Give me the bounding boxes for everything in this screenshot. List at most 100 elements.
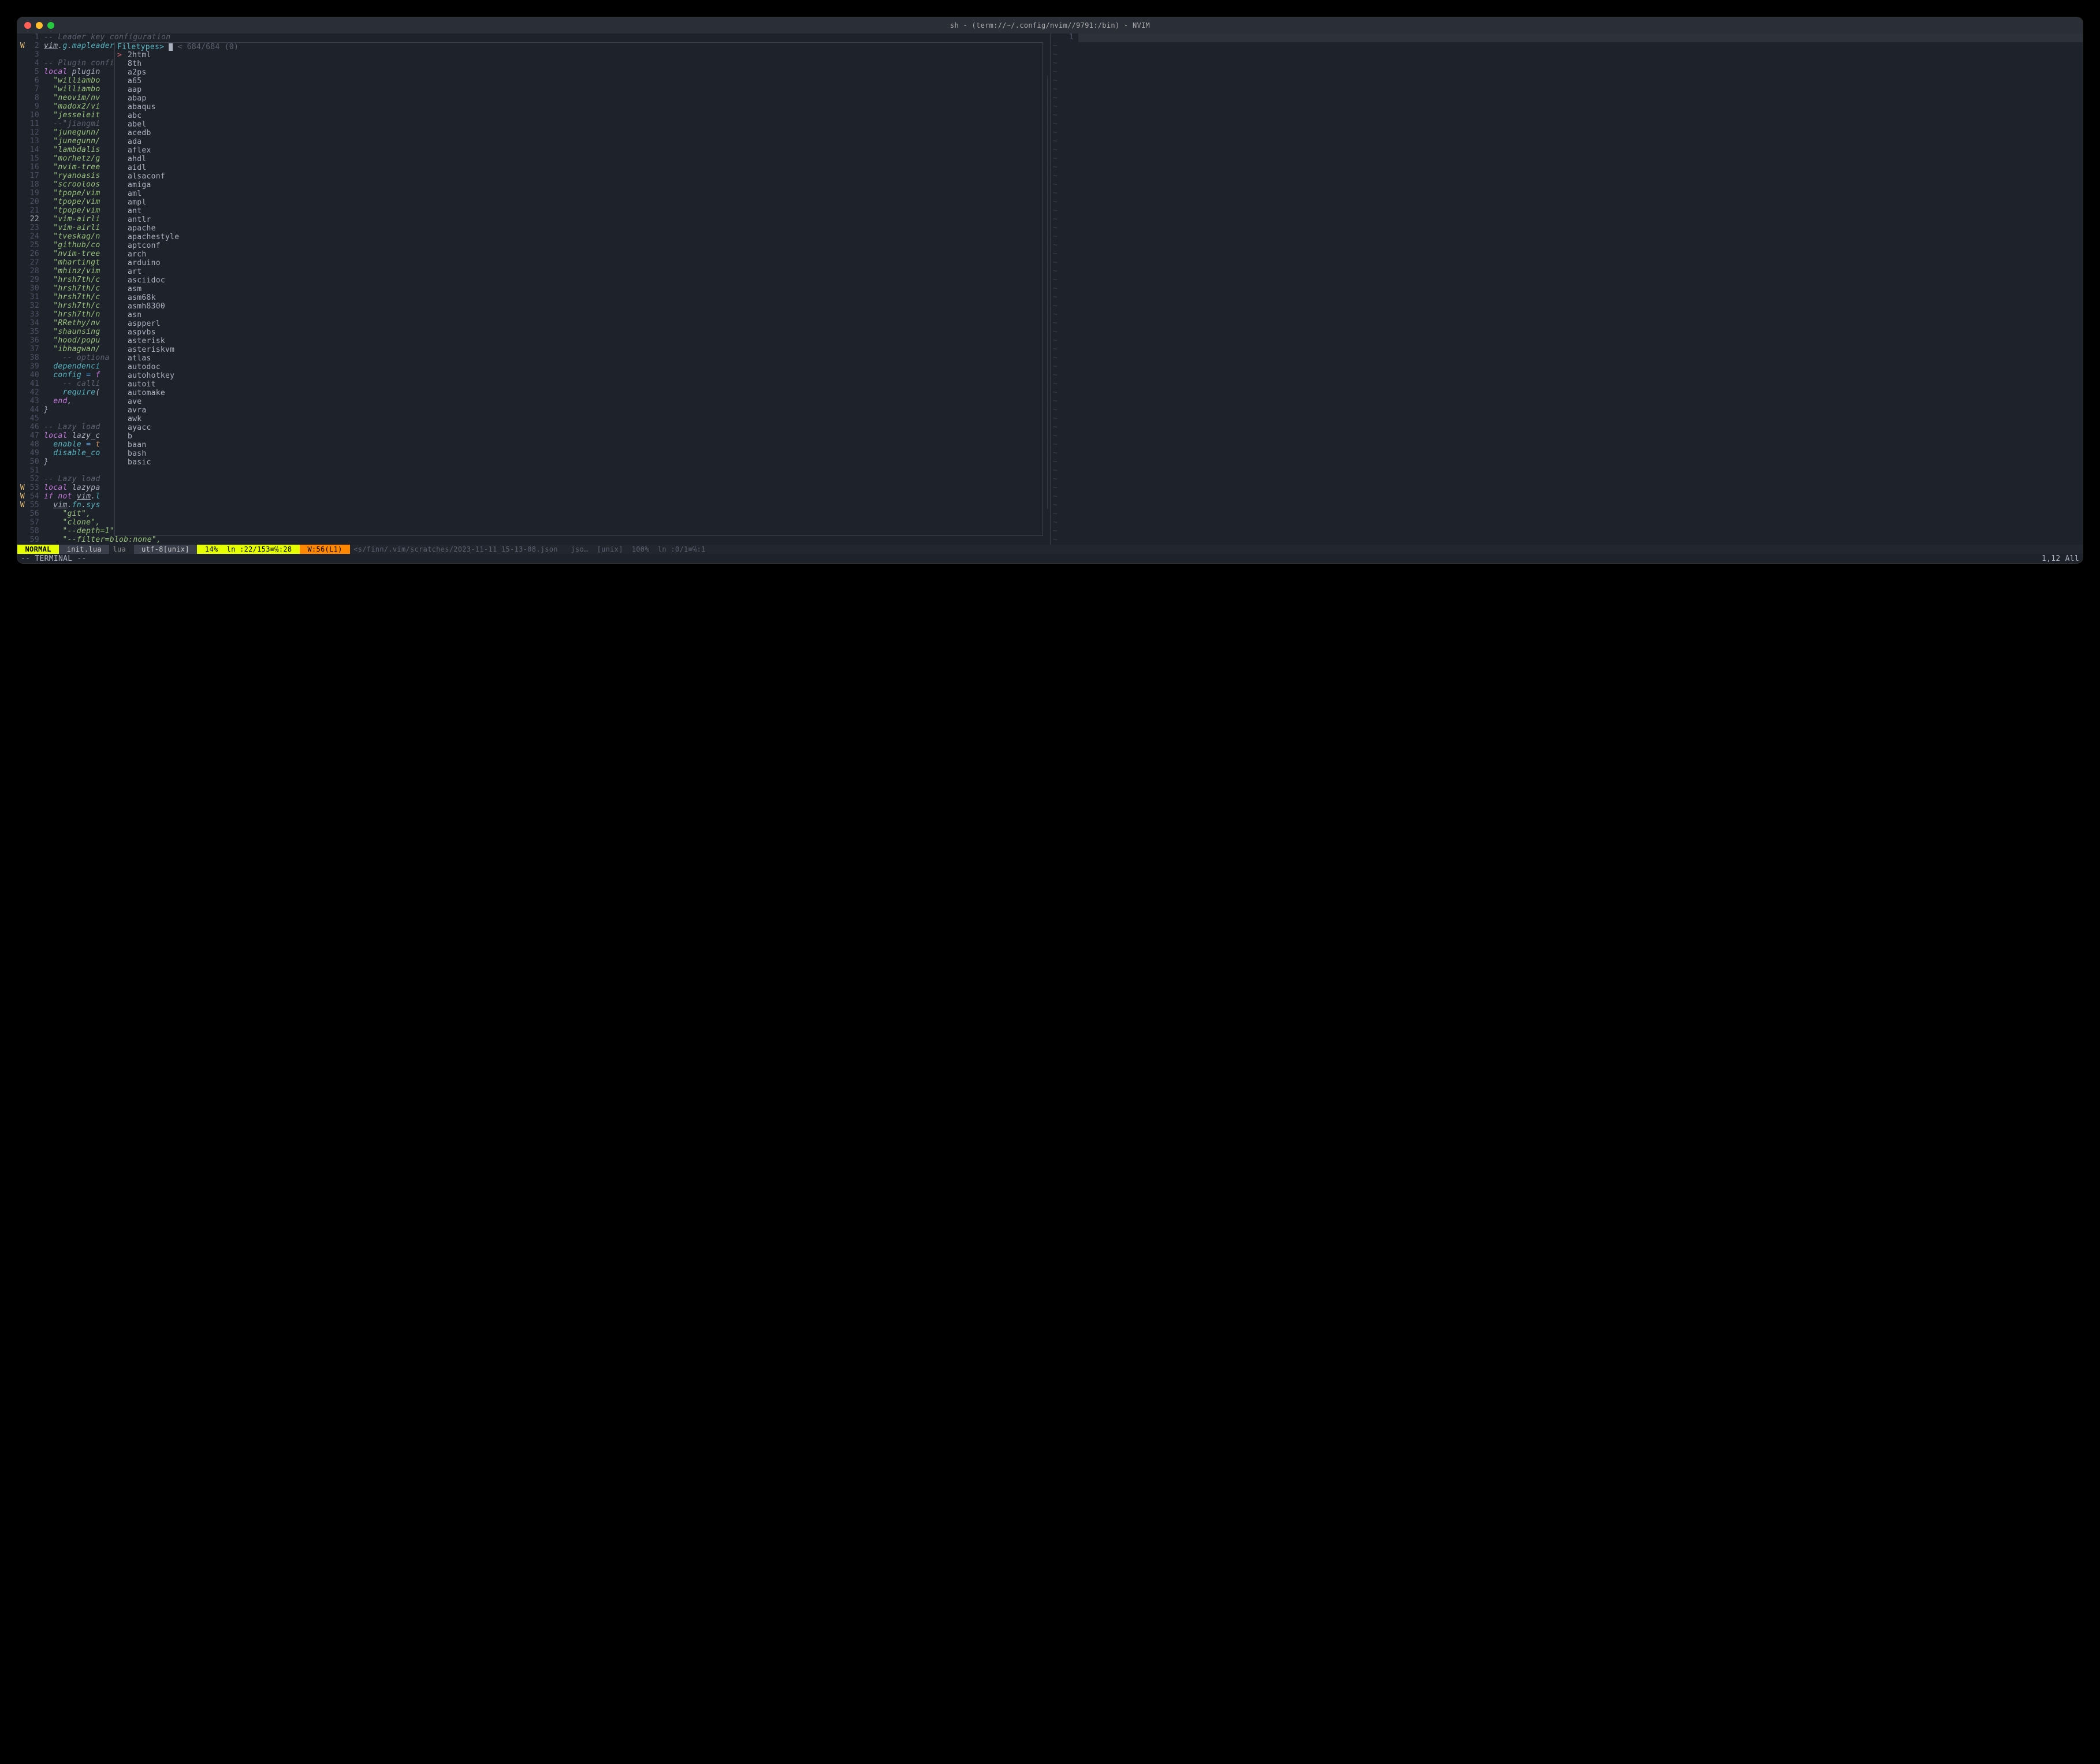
code-line[interactable]: 59 "--filter=blob:none", xyxy=(17,536,1050,545)
fzf-item[interactable]: aap xyxy=(117,86,1042,95)
fzf-popup[interactable]: Filetypes> < 684/684 (0) > 2html 8th a2p… xyxy=(114,42,1043,536)
fzf-item[interactable]: aflex xyxy=(117,147,1042,155)
fzf-item-label: abel xyxy=(128,121,147,129)
fzf-item[interactable]: asciidoc xyxy=(117,277,1042,285)
separator: │ xyxy=(1045,493,1050,501)
fzf-item-label: art xyxy=(128,268,142,277)
fzf-item-label: 2html xyxy=(128,51,151,60)
fzf-item[interactable]: baan xyxy=(117,441,1042,450)
sign-column xyxy=(17,172,28,181)
fzf-pointer-icon xyxy=(117,190,128,199)
line-number: 43 xyxy=(28,397,44,406)
line-number: 41 xyxy=(28,380,44,389)
fzf-item[interactable]: ave xyxy=(117,398,1042,407)
fzf-item[interactable]: abaqus xyxy=(117,103,1042,112)
fzf-item[interactable]: autoit xyxy=(117,381,1042,389)
fzf-pointer-icon xyxy=(117,381,128,389)
empty-line: ~ xyxy=(1051,519,2083,527)
fzf-item[interactable]: ayacc xyxy=(117,424,1042,433)
left-pane[interactable]: 1-- Leader key configurationW2vim.g.mapl… xyxy=(17,34,1050,545)
fzf-item[interactable]: ahdl xyxy=(117,155,1042,164)
sign-column xyxy=(17,354,28,363)
right-pane[interactable]: 1 ~~~~~~~~~~~~~~~~~~~~~~~~~~~~~~~~~~~~~~… xyxy=(1050,34,2083,545)
terminal-window: sh - (term://~/.config/nvim//9791:/bin) … xyxy=(17,17,2083,563)
fzf-item[interactable]: aidl xyxy=(117,164,1042,173)
fzf-item[interactable]: bash xyxy=(117,450,1042,459)
fzf-item[interactable]: asmh8300 xyxy=(117,303,1042,311)
empty-line: ~ xyxy=(1051,189,2083,198)
fzf-item[interactable]: amiga xyxy=(117,181,1042,190)
fzf-item[interactable]: ampl xyxy=(117,199,1042,207)
line-number: 56 xyxy=(28,510,44,519)
empty-line: ~ xyxy=(1051,423,2083,432)
sign-column xyxy=(17,319,28,328)
fzf-item[interactable]: apachestyle xyxy=(117,233,1042,242)
command-line[interactable]: -- TERMINAL -- 1,12 All xyxy=(17,554,2083,563)
tilde-icon: ~ xyxy=(1051,510,1078,519)
fzf-item[interactable]: a2ps xyxy=(117,69,1042,77)
fzf-item[interactable]: asm68k xyxy=(117,294,1042,303)
line-number: 40 xyxy=(28,371,44,380)
line-number: 14 xyxy=(28,146,44,155)
fzf-item[interactable]: arduino xyxy=(117,259,1042,268)
fzf-item[interactable]: apache xyxy=(117,225,1042,233)
separator: │ xyxy=(1045,337,1050,345)
fzf-item[interactable]: autohotkey xyxy=(117,372,1042,381)
sign-column xyxy=(17,371,28,380)
fzf-item[interactable]: awk xyxy=(117,415,1042,424)
fzf-item[interactable]: atlas xyxy=(117,355,1042,363)
fzf-pointer-icon xyxy=(117,173,128,181)
fzf-list[interactable]: > 2html 8th a2ps a65 aap abap abaqus abc… xyxy=(115,51,1042,467)
fzf-item[interactable]: b xyxy=(117,433,1042,441)
fzf-item[interactable]: abc xyxy=(117,112,1042,121)
minimize-icon[interactable] xyxy=(36,22,43,29)
fzf-item-label: a2ps xyxy=(128,69,147,77)
separator: │ xyxy=(1045,207,1050,215)
fzf-item[interactable]: > 2html xyxy=(117,51,1042,60)
tilde-icon: ~ xyxy=(1051,77,1078,85)
fzf-item[interactable]: 8th xyxy=(117,60,1042,69)
fzf-pointer-icon: > xyxy=(117,51,128,60)
fzf-item[interactable]: art xyxy=(117,268,1042,277)
right-code-area[interactable]: 1 ~~~~~~~~~~~~~~~~~~~~~~~~~~~~~~~~~~~~~~… xyxy=(1051,34,2083,545)
fzf-item[interactable]: asn xyxy=(117,311,1042,320)
tilde-icon: ~ xyxy=(1051,484,1078,493)
fzf-item[interactable]: avra xyxy=(117,407,1042,415)
fzf-item[interactable]: arch xyxy=(117,251,1042,259)
empty-line: ~ xyxy=(1051,441,2083,449)
zoom-icon[interactable] xyxy=(47,22,54,29)
fzf-item[interactable]: asteriskvm xyxy=(117,346,1042,355)
fzf-item[interactable]: ant xyxy=(117,207,1042,216)
fzf-item[interactable]: aptconf xyxy=(117,242,1042,251)
fzf-item[interactable]: basic xyxy=(117,459,1042,467)
empty-line: ~ xyxy=(1051,155,2083,163)
fzf-item[interactable]: abap xyxy=(117,95,1042,103)
tilde-icon: ~ xyxy=(1051,415,1078,423)
fzf-pointer-icon xyxy=(117,95,128,103)
fzf-pointer-icon xyxy=(117,277,128,285)
code-line[interactable]: 1-- Leader key configuration xyxy=(17,34,1050,42)
separator: │ xyxy=(1045,501,1050,510)
fzf-item[interactable]: a65 xyxy=(117,77,1042,86)
close-icon[interactable] xyxy=(24,22,31,29)
separator: │ xyxy=(1045,241,1050,250)
fzf-item[interactable]: ada xyxy=(117,138,1042,147)
fzf-item[interactable]: acedb xyxy=(117,129,1042,138)
fzf-item[interactable]: autodoc xyxy=(117,363,1042,372)
fzf-item[interactable]: antlr xyxy=(117,216,1042,225)
tilde-icon: ~ xyxy=(1051,68,1078,77)
fzf-item[interactable]: aml xyxy=(117,190,1042,199)
fzf-item[interactable]: asm xyxy=(117,285,1042,294)
fzf-item[interactable]: abel xyxy=(117,121,1042,129)
empty-line: ~ xyxy=(1051,68,2083,77)
fzf-pointer-icon xyxy=(117,355,128,363)
fzf-pointer-icon xyxy=(117,112,128,121)
fzf-cursor[interactable] xyxy=(169,43,173,51)
line-number: 33 xyxy=(28,311,44,319)
fzf-item[interactable]: aspperl xyxy=(117,320,1042,329)
fzf-item[interactable]: asterisk xyxy=(117,337,1042,346)
separator: │ xyxy=(1045,146,1050,155)
fzf-item[interactable]: automake xyxy=(117,389,1042,398)
fzf-item[interactable]: aspvbs xyxy=(117,329,1042,337)
fzf-item[interactable]: alsaconf xyxy=(117,173,1042,181)
